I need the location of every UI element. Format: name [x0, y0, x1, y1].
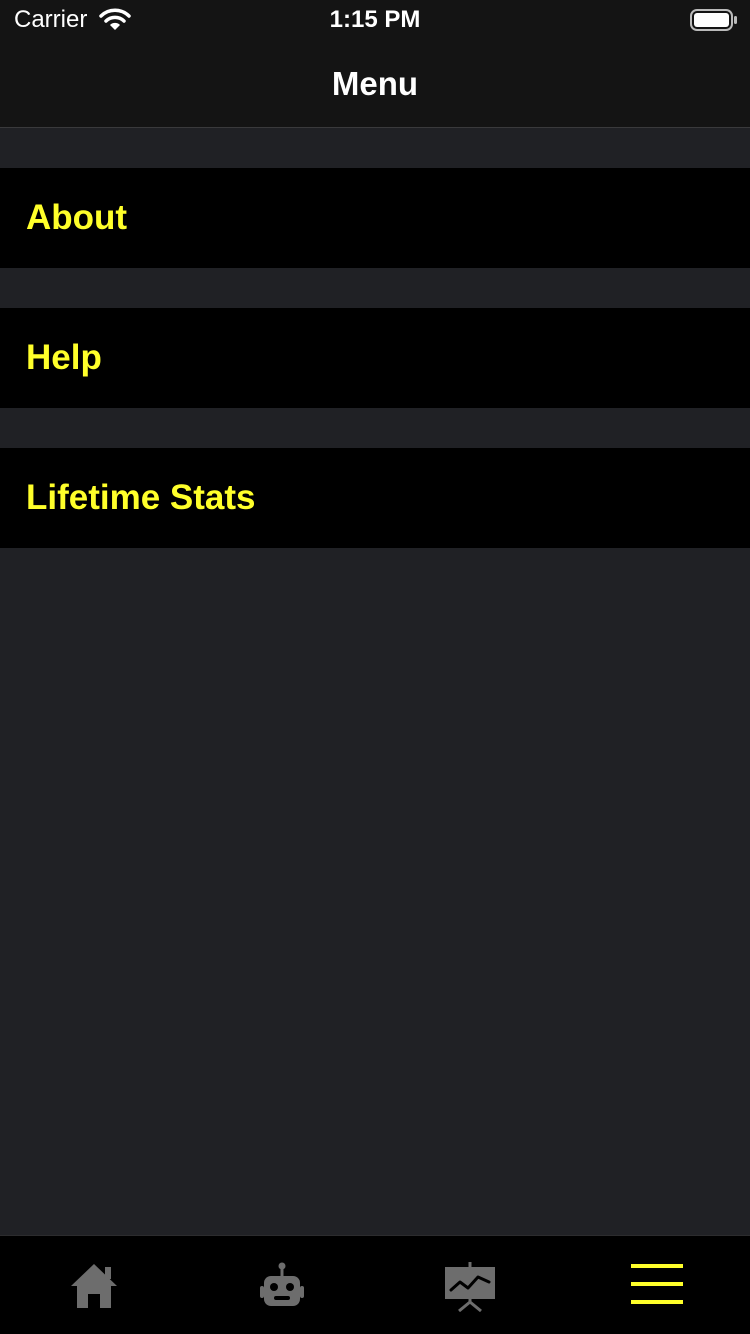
status-time: 1:15 PM [329, 6, 421, 33]
robot-icon [259, 1262, 304, 1306]
menu-list: About Help Lifetime Stats [0, 168, 750, 588]
screen: Carrier 1:15 PM Menu About Help Lifetime… [0, 0, 750, 1334]
page-title: Menu [331, 65, 419, 102]
battery-icon [690, 9, 737, 31]
menu-item-lifetime-stats[interactable]: Lifetime Stats [0, 448, 750, 548]
status-bar: Carrier 1:15 PM [0, 0, 750, 40]
menu-item-label: Lifetime Stats [26, 478, 256, 517]
tab-home[interactable] [0, 1236, 187, 1334]
menu-item-help[interactable]: Help [0, 308, 750, 408]
menu-icon [630, 1264, 683, 1304]
menu-item-label: Help [26, 338, 102, 377]
home-icon [70, 1264, 117, 1308]
menu-item-label: About [26, 198, 128, 237]
tab-stats[interactable] [376, 1236, 563, 1334]
tab-menu[interactable] [563, 1236, 750, 1334]
tab-robot[interactable] [188, 1236, 375, 1334]
menu-item-about[interactable]: About [0, 168, 750, 268]
tab-bar [0, 1235, 750, 1334]
navigation-bar: Menu [0, 40, 750, 128]
stats-chart-icon [444, 1262, 495, 1312]
